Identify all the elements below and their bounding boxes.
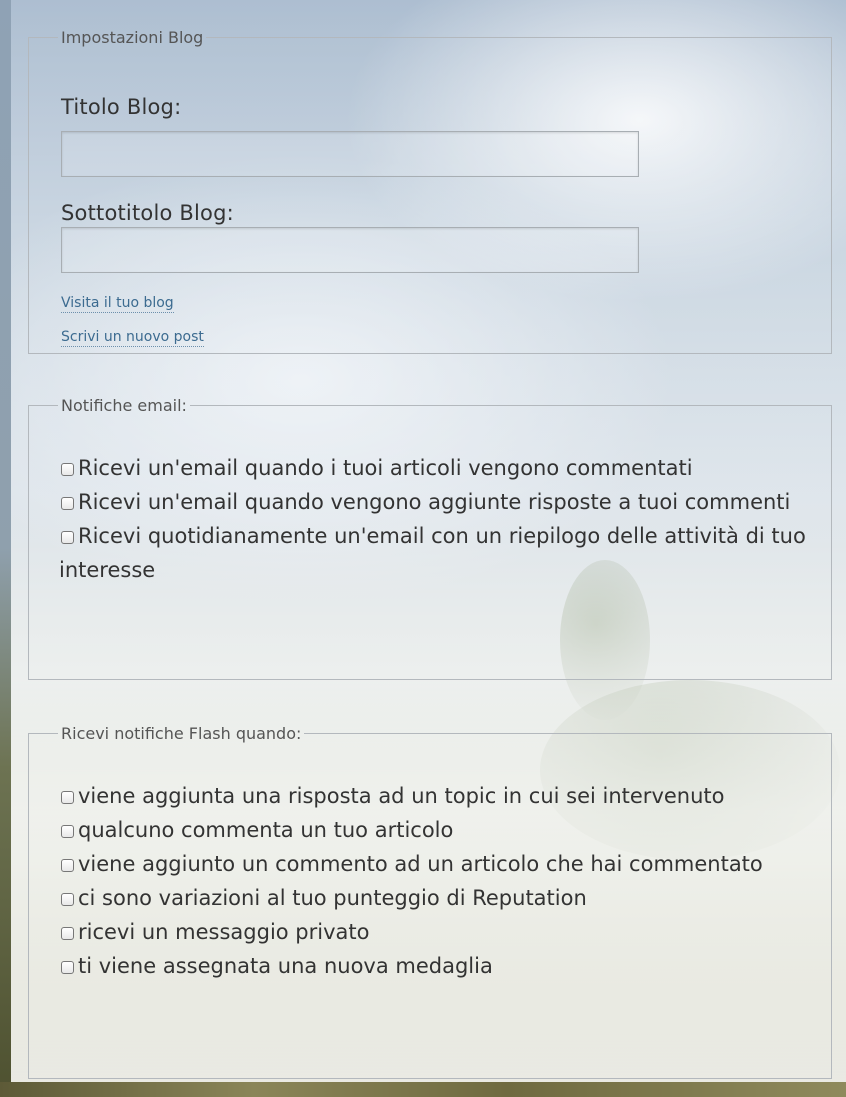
- email-option-label: Ricevi quotidianamente un'email con un r…: [59, 524, 806, 582]
- flash-options-list: viene aggiunta una risposta ad un topic …: [59, 779, 809, 983]
- email-option-label: Ricevi un'email quando vengono aggiunte …: [78, 490, 791, 514]
- email-option-replies[interactable]: Ricevi un'email quando vengono aggiunte …: [59, 485, 809, 519]
- flash-option-label: ti viene assegnata una nuova medaglia: [78, 954, 493, 978]
- flash-option-topic-reply[interactable]: viene aggiunta una risposta ad un topic …: [59, 779, 809, 813]
- email-notifications-legend: Notifiche email:: [61, 396, 187, 415]
- flash-option-private-message[interactable]: ricevi un messaggio privato: [59, 915, 809, 949]
- checkbox-icon[interactable]: [61, 927, 74, 940]
- email-options-list: Ricevi un'email quando i tuoi articoli v…: [59, 451, 809, 587]
- new-post-link[interactable]: Scrivi un nuovo post: [61, 329, 204, 347]
- flash-option-label: viene aggiunta una risposta ad un topic …: [78, 784, 725, 808]
- email-option-daily-digest[interactable]: Ricevi quotidianamente un'email con un r…: [59, 519, 809, 587]
- flash-option-label: ricevi un messaggio privato: [78, 920, 370, 944]
- visit-blog-link[interactable]: Visita il tuo blog: [61, 295, 174, 313]
- flash-option-label: ci sono variazioni al tuo punteggio di R…: [78, 886, 587, 910]
- flash-option-reputation[interactable]: ci sono variazioni al tuo punteggio di R…: [59, 881, 809, 915]
- flash-option-label: qualcuno commenta un tuo articolo: [78, 818, 454, 842]
- checkbox-icon[interactable]: [61, 497, 74, 510]
- email-notifications-fieldset: Notifiche email: Ricevi un'email quando …: [28, 396, 832, 680]
- blog-settings-fieldset: Impostazioni Blog Titolo Blog: Sottotito…: [28, 28, 832, 354]
- blog-settings-legend: Impostazioni Blog: [61, 28, 204, 47]
- flash-option-medal[interactable]: ti viene assegnata una nuova medaglia: [59, 949, 809, 983]
- checkbox-icon[interactable]: [61, 463, 74, 476]
- checkbox-icon[interactable]: [61, 791, 74, 804]
- email-option-comments[interactable]: Ricevi un'email quando i tuoi articoli v…: [59, 451, 809, 485]
- email-option-label: Ricevi un'email quando i tuoi articoli v…: [78, 456, 693, 480]
- flash-notifications-fieldset: Ricevi notifiche Flash quando: viene agg…: [28, 724, 832, 1079]
- blog-subtitle-input[interactable]: [61, 227, 639, 273]
- blog-subtitle-label: Sottotitolo Blog:: [61, 201, 234, 225]
- checkbox-icon[interactable]: [61, 859, 74, 872]
- checkbox-icon[interactable]: [61, 893, 74, 906]
- checkbox-icon[interactable]: [61, 961, 74, 974]
- flash-option-commented-article[interactable]: viene aggiunto un commento ad un articol…: [59, 847, 809, 881]
- blog-title-input[interactable]: [61, 131, 639, 177]
- checkbox-icon[interactable]: [61, 825, 74, 838]
- flash-option-article-comment[interactable]: qualcuno commenta un tuo articolo: [59, 813, 809, 847]
- flash-option-label: viene aggiunto un commento ad un articol…: [78, 852, 763, 876]
- background-left-strip: [0, 0, 11, 1097]
- checkbox-icon[interactable]: [61, 531, 74, 544]
- blog-title-label: Titolo Blog:: [61, 95, 182, 119]
- flash-notifications-legend: Ricevi notifiche Flash quando:: [61, 724, 302, 743]
- background-ground: [0, 1082, 846, 1097]
